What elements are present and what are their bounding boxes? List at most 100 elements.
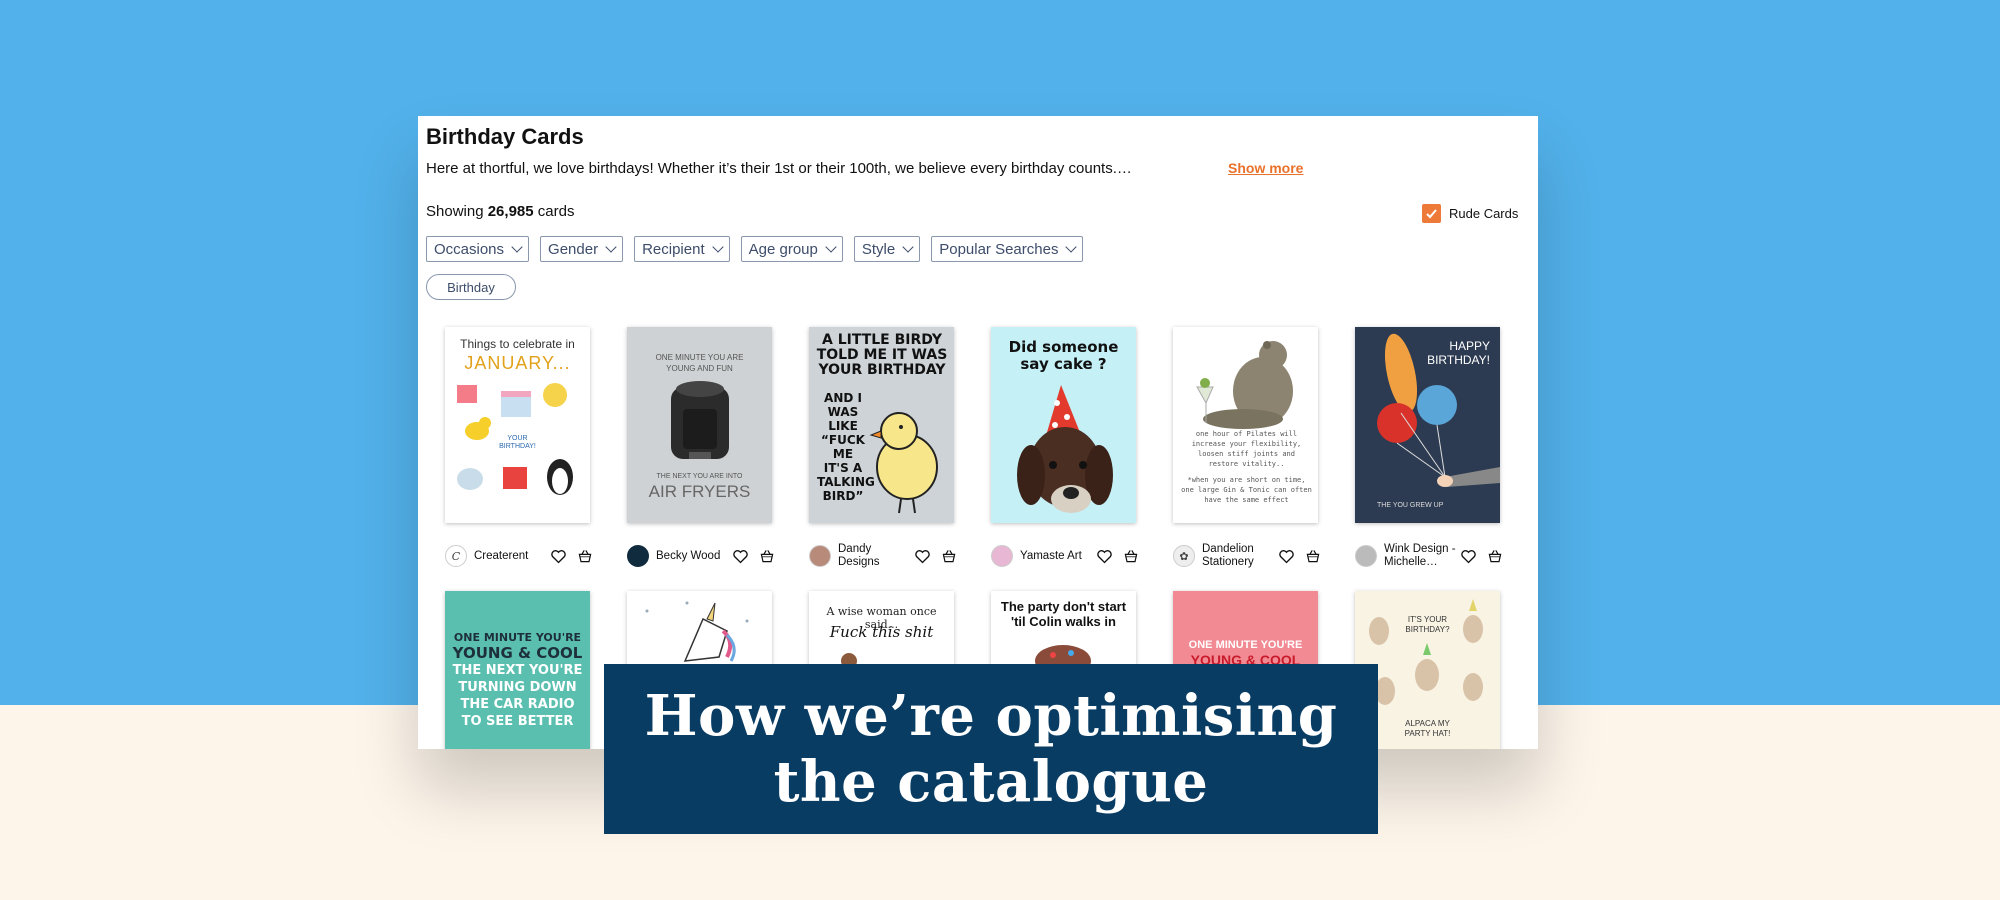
filter-recipient[interactable]: Recipient — [634, 236, 730, 262]
card-text: increase your flexibility, — [1191, 440, 1302, 448]
rude-cards-toggle[interactable]: Rude Cards — [1422, 204, 1518, 223]
filter-label: Recipient — [642, 240, 705, 258]
card-text: BIRTHDAY? — [1405, 625, 1450, 634]
card-text: TOLD ME IT WAS — [816, 347, 948, 363]
card-byline: Yamaste Art — [991, 543, 1139, 569]
banner-title: How we’re optimising the catalogue — [645, 683, 1338, 815]
leaf-logo-icon[interactable]: ✿ — [1173, 545, 1195, 567]
artist-name[interactable]: Createrent — [474, 550, 550, 563]
card-text: BIRTHDAY! — [499, 443, 536, 450]
card-text: one hour of Pilates will — [1195, 430, 1298, 438]
card-text: AND I — [824, 391, 862, 405]
heart-icon[interactable] — [550, 548, 567, 565]
heart-icon[interactable] — [1096, 548, 1113, 565]
basket-icon[interactable] — [1123, 548, 1139, 564]
filter-label: Style — [861, 240, 896, 258]
card-text: TURNING DOWN — [458, 680, 577, 695]
card-byline: ✿ Dandelion Stationery — [1173, 543, 1321, 569]
card-pilates-bear[interactable]: one hour of Pilates will increase your f… — [1173, 327, 1318, 523]
card-headline: ONE MINUTE YOU'RE YOUNG & COOL THE NEXT … — [445, 631, 590, 730]
result-count: Showing 26,985 cards — [426, 203, 574, 220]
dark-logo-icon[interactable] — [627, 545, 649, 567]
card-headline: A LITTLE BIRDY TOLD ME IT WAS YOUR BIRTH… — [815, 333, 949, 378]
catalogue-panel: Birthday Cards Here at thortful, we love… — [418, 116, 1538, 749]
card-text: restore vitality.. — [1208, 460, 1285, 468]
filter-label: Popular Searches — [939, 240, 1059, 258]
heart-icon[interactable] — [1278, 548, 1295, 565]
card-text: A LITTLE BIRDY — [821, 332, 943, 348]
card-text: TALKING — [817, 475, 875, 489]
dog-party-hat-illustration — [1017, 385, 1113, 513]
artist-name[interactable]: Becky Wood — [656, 550, 732, 563]
page-title: Birthday Cards — [426, 124, 584, 149]
filter-gender[interactable]: Gender — [540, 236, 624, 262]
card-text: THE NEXT YOU'RE — [452, 663, 583, 678]
chevron-down-icon — [605, 241, 617, 253]
card-text: YOUNG & COOL — [452, 644, 583, 662]
artist-name[interactable]: Yamaste Art — [1020, 550, 1096, 563]
card-text: one large Gin & Tonic can often — [1181, 486, 1312, 494]
card-little-birdy[interactable]: A LITTLE BIRDY TOLD ME IT WAS YOUR BIRTH… — [809, 327, 954, 523]
card-text: BIRD” — [822, 489, 864, 503]
banner-line: the catalogue — [773, 749, 1209, 815]
card-text: WAS — [827, 405, 859, 419]
filter-age-group[interactable]: Age group — [740, 236, 843, 262]
card-text: YOUR — [507, 435, 528, 442]
card-air-fryers[interactable]: ONE MINUTE YOU ARE YOUNG AND FUN THE NEX… — [627, 327, 772, 523]
filter-bar: Occasions Gender Recipient Age group Sty… — [426, 236, 1084, 262]
card-january-celebrations[interactable]: Things to celebrate in JANUARY... YOUR B… — [445, 327, 590, 523]
count-suffix: cards — [537, 203, 575, 220]
page-description: Here at thortful, we love birthdays! Whe… — [426, 160, 1132, 177]
artist-name[interactable]: Dandy Designs — [838, 543, 896, 569]
filter-label: Age group — [748, 240, 818, 258]
artist-name[interactable]: Dandelion Stationery — [1202, 543, 1270, 569]
card-happy-birthday-balloons[interactable]: HAPPY BIRTHDAY! THE YOU GREW UP — [1355, 327, 1500, 523]
chevron-down-icon — [711, 241, 724, 253]
heart-icon[interactable] — [732, 548, 749, 565]
card-byline: C Createrent — [445, 543, 593, 569]
portrait-icon[interactable] — [809, 545, 831, 567]
card-byline: Becky Wood — [627, 543, 775, 569]
card-text: ONE MINUTE YOU'RE — [453, 631, 582, 644]
filter-occasions[interactable]: Occasions — [426, 236, 530, 262]
rude-cards-checkbox[interactable] — [1422, 204, 1441, 223]
card-body-text: one hour of Pilates will increase your f… — [1181, 429, 1312, 505]
filter-style[interactable]: Style — [853, 236, 921, 262]
balloons-illustration — [1377, 333, 1500, 487]
card-headline: IT'S YOUR BIRTHDAY? — [1355, 615, 1500, 635]
heart-icon[interactable] — [1460, 548, 1477, 565]
portrait-icon[interactable] — [991, 545, 1013, 567]
card-text: “FUCK — [821, 433, 865, 447]
c-logo-icon[interactable]: C — [445, 545, 467, 567]
card-text: YOUR BIRTHDAY — [818, 362, 946, 378]
basket-icon[interactable] — [941, 548, 957, 564]
heart-icon[interactable] — [914, 548, 931, 565]
count-value: 26,985 — [487, 203, 534, 220]
basket-icon[interactable] — [759, 548, 775, 564]
artist-name[interactable]: Wink Design - Michelle… — [1384, 543, 1456, 569]
rude-cards-label: Rude Cards — [1449, 206, 1519, 221]
show-more-link[interactable]: Show more — [1228, 160, 1303, 176]
checkmark-icon — [1426, 209, 1437, 219]
card-byline: Wink Design - Michelle… — [1355, 543, 1503, 569]
card-side-text: AND I WAS LIKE “FUCK ME IT'S A TALKING B… — [817, 391, 875, 503]
card-text: TO SEE BETTER — [461, 714, 574, 729]
basket-icon[interactable] — [1487, 548, 1503, 564]
card-text: THE YOU GREW UP — [1377, 502, 1444, 509]
card-text: ONE MINUTE YOU'RE — [1188, 639, 1303, 651]
card-text: AIR FRYERS — [648, 482, 751, 501]
filter-popular-searches[interactable]: Popular Searches — [931, 236, 1084, 262]
filter-label: Gender — [548, 240, 599, 258]
card-text: have the same effect — [1204, 496, 1289, 504]
count-prefix: Showing — [426, 203, 484, 220]
active-filter-chip-birthday[interactable]: Birthday — [426, 274, 516, 300]
chevron-down-icon — [825, 241, 837, 253]
banner-line: How we’re optimising — [644, 683, 1338, 749]
card-say-cake[interactable]: Did someone say cake ? — [991, 327, 1136, 523]
portrait-icon[interactable] — [1355, 545, 1377, 567]
card-young-and-cool[interactable]: ONE MINUTE YOU'RE YOUNG & COOL THE NEXT … — [445, 591, 590, 749]
basket-icon[interactable] — [577, 548, 593, 564]
card-text: ME — [832, 447, 854, 461]
celebration-doodles-illustration — [457, 383, 573, 495]
basket-icon[interactable] — [1305, 548, 1321, 564]
